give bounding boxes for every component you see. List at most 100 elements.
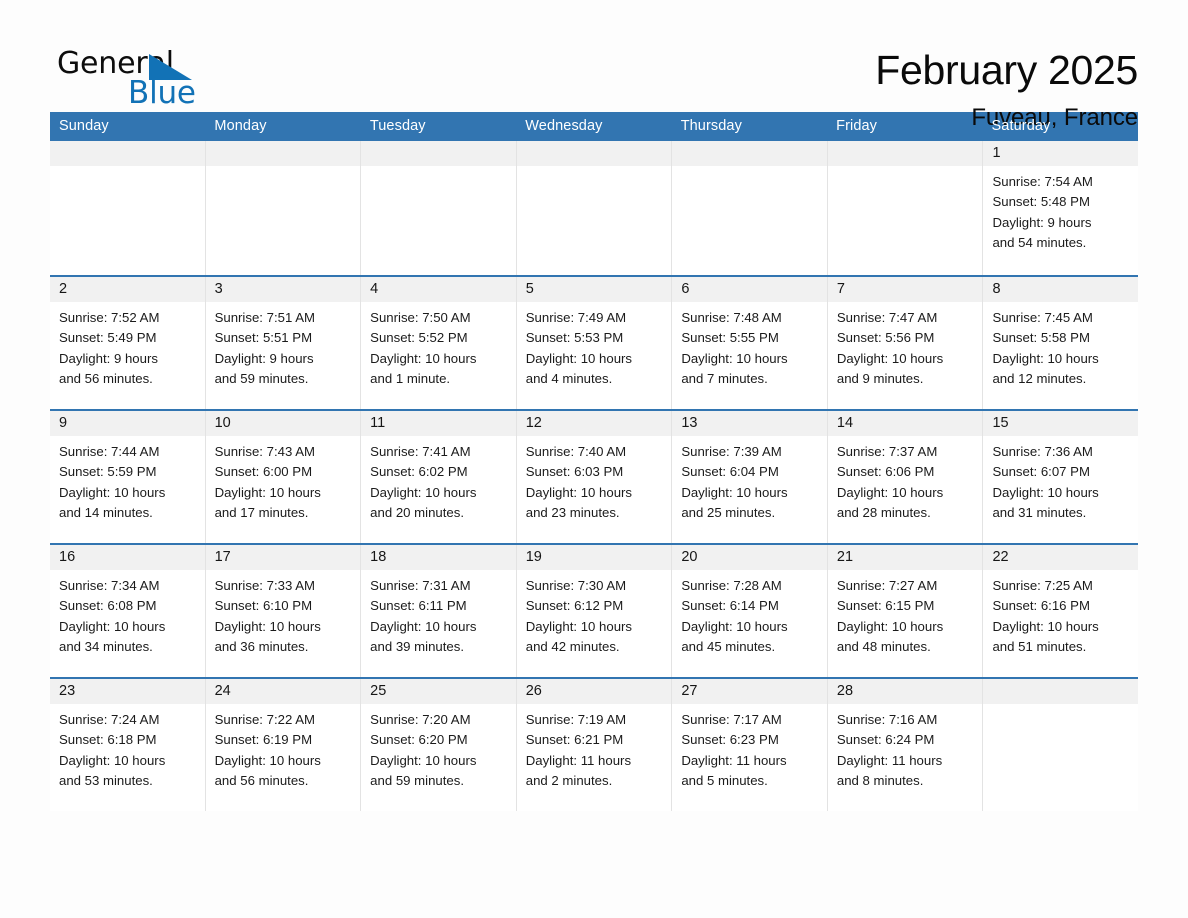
daylight-duration-line1: Daylight: 10 hours (681, 484, 788, 500)
logo-text-blue: Blue (128, 75, 196, 111)
calendar-day-cell[interactable]: 5 Sunrise: 7:49 AM Sunset: 5:53 PM Daylight… (515, 277, 672, 409)
daylight-duration-line2: and 42 minutes. (525, 638, 620, 654)
calendar-day-cell[interactable]: 27 Sunrise: 7:17 AM Sunset: 6:23 PM Dayligh… (671, 679, 827, 811)
calendar-day-cell[interactable]: 10 Sunrise: 7:43 AM Sunset: 6:00 PM Dayligh… (204, 411, 361, 543)
sunset-time: Sunset: 5:59 PM (59, 464, 157, 480)
daylight-duration-line1: Daylight: 10 hours (681, 350, 788, 366)
sunset-time: Sunset: 6:12 PM (525, 598, 624, 614)
daylight-duration-line1: Daylight: 10 hours (836, 618, 944, 634)
daylight-duration-line1: Daylight: 10 hours (59, 752, 166, 768)
calendar-day-cell[interactable]: 2 Sunrise: 7:52 AM Sunset: 5:49 PM Daylight… (50, 277, 205, 409)
day-sun-info (672, 166, 827, 172)
sunset-time: Sunset: 5:58 PM (992, 330, 1090, 346)
calendar-day-cell[interactable]: 28 Sunrise: 7:16 AM Sunset: 6:24 PM Dayligh… (826, 679, 983, 811)
daylight-duration-line2: and 7 minutes. (681, 370, 768, 386)
calendar-day-cell[interactable]: 11 Sunrise: 7:41 AM Sunset: 6:02 PM Dayligh… (360, 411, 516, 543)
sunrise-time: Sunrise: 7:33 AM (214, 578, 316, 593)
day-sun-info: Sunrise: 7:34 AM Sunset: 6:08 PM Daylight:… (50, 570, 205, 657)
sunset-time: Sunset: 5:53 PM (525, 330, 624, 346)
daylight-duration-line2: and 14 minutes. (59, 504, 153, 520)
calendar-day-cell[interactable]: 18 Sunrise: 7:31 AM Sunset: 6:11 PM Dayligh… (360, 545, 516, 677)
daylight-duration-line1: Daylight: 10 hours (681, 618, 788, 634)
calendar-day-cell-empty (671, 141, 827, 275)
day-number (516, 141, 672, 166)
calendar-day-cell[interactable]: 24 Sunrise: 7:22 AM Sunset: 6:19 PM Dayligh… (204, 679, 361, 811)
day-sun-info: Sunrise: 7:25 AM Sunset: 6:16 PM Daylight:… (983, 570, 1138, 657)
calendar-day-cell[interactable]: 25 Sunrise: 7:20 AM Sunset: 6:20 PM Dayligh… (360, 679, 516, 811)
sunrise-time: Sunrise: 7:31 AM (370, 578, 471, 593)
calendar-day-cell[interactable]: 3 Sunrise: 7:51 AM Sunset: 5:51 PM Daylight… (204, 277, 361, 409)
calendar-week-row: 9 Sunrise: 7:44 AM Sunset: 5:59 PM Daylight… (50, 409, 1139, 543)
sunrise-time: Sunrise: 7:28 AM (681, 578, 782, 593)
calendar-day-cell[interactable]: 20 Sunrise: 7:28 AM Sunset: 6:14 PM Dayligh… (671, 545, 827, 677)
calendar-day-cell[interactable]: 19 Sunrise: 7:30 AM Sunset: 6:12 PM Dayligh… (515, 545, 672, 677)
day-sun-info: Sunrise: 7:52 AM Sunset: 5:49 PM Daylight:… (50, 302, 205, 389)
day-number (361, 141, 516, 166)
daylight-duration-line2: and 17 minutes. (214, 504, 309, 520)
daylight-duration-line2: and 59 minutes. (370, 772, 464, 788)
day-number: 25 (361, 679, 516, 704)
calendar-day-cell[interactable]: 6 Sunrise: 7:48 AM Sunset: 5:55 PM Daylight… (671, 277, 827, 409)
daylight-duration-line1: Daylight: 10 hours (370, 484, 477, 500)
calendar-day-cell[interactable]: 16 Sunrise: 7:34 AM Sunset: 6:08 PM Dayligh… (50, 545, 205, 677)
daylight-duration-line1: Daylight: 10 hours (992, 484, 1099, 500)
day-number: 17 (205, 545, 361, 570)
calendar-day-cell-empty (204, 141, 361, 275)
sunrise-time: Sunrise: 7:24 AM (59, 712, 160, 727)
weekday-sunday: Sunday (59, 118, 109, 134)
daylight-duration-line2: and 23 minutes. (525, 504, 620, 520)
calendar-day-cell[interactable]: 15 Sunrise: 7:36 AM Sunset: 6:07 PM Dayligh… (982, 411, 1139, 543)
daylight-duration-line2: and 34 minutes. (59, 638, 153, 654)
daylight-duration-line2: and 56 minutes. (214, 772, 309, 788)
sunset-time: Sunset: 6:08 PM (59, 598, 157, 614)
calendar-day-cell-empty (50, 141, 205, 275)
calendar-day-cell[interactable]: 7 Sunrise: 7:47 AM Sunset: 5:56 PM Daylight… (826, 277, 983, 409)
daylight-duration-line2: and 59 minutes. (214, 370, 309, 386)
daylight-duration-line1: Daylight: 9 hours (214, 350, 314, 366)
day-number: 16 (50, 545, 205, 570)
day-sun-info: Sunrise: 7:19 AM Sunset: 6:21 PM Daylight:… (517, 704, 672, 791)
day-sun-info (517, 166, 672, 172)
daylight-duration-line2: and 51 minutes. (992, 638, 1087, 654)
calendar-day-cell[interactable]: 9 Sunrise: 7:44 AM Sunset: 5:59 PM Daylight… (50, 411, 205, 543)
daylight-duration-line2: and 8 minutes. (836, 772, 924, 788)
day-number (205, 141, 361, 166)
calendar-day-cell[interactable]: 14 Sunrise: 7:37 AM Sunset: 6:06 PM Dayligh… (826, 411, 983, 543)
sunrise-time: Sunrise: 7:36 AM (992, 444, 1093, 459)
calendar-day-cell[interactable]: 22 Sunrise: 7:25 AM Sunset: 6:16 PM Dayligh… (982, 545, 1139, 677)
sunset-time: Sunset: 5:49 PM (59, 330, 157, 346)
calendar-day-cell[interactable]: 21 Sunrise: 7:27 AM Sunset: 6:15 PM Dayligh… (826, 545, 983, 677)
day-sun-info: Sunrise: 7:45 AM Sunset: 5:58 PM Daylight:… (983, 302, 1138, 389)
calendar-day-cell[interactable]: 12 Sunrise: 7:40 AM Sunset: 6:03 PM Dayligh… (515, 411, 672, 543)
calendar-day-cell[interactable]: 1 Sunrise: 7:54 AM Sunset: 5:48 PM Daylight… (982, 141, 1139, 275)
weekday-thursday: Thursday (680, 118, 742, 134)
sunset-time: Sunset: 5:56 PM (836, 330, 935, 346)
daylight-duration-line1: Daylight: 10 hours (836, 350, 944, 366)
calendar-week-row: 16 Sunrise: 7:34 AM Sunset: 6:08 PM Dayligh… (50, 543, 1139, 677)
weekday-tuesday: Tuesday (369, 118, 426, 134)
calendar-day-cell[interactable]: 26 Sunrise: 7:19 AM Sunset: 6:21 PM Dayligh… (515, 679, 672, 811)
daylight-duration-line1: Daylight: 10 hours (370, 752, 477, 768)
day-number: 4 (361, 277, 516, 302)
calendar-day-cell[interactable]: 8 Sunrise: 7:45 AM Sunset: 5:58 PM Daylight… (982, 277, 1139, 409)
day-number: 15 (983, 411, 1139, 436)
day-sun-info (983, 704, 1138, 710)
calendar-day-cell[interactable]: 13 Sunrise: 7:39 AM Sunset: 6:04 PM Dayligh… (671, 411, 827, 543)
generalblue-logo: General Blue (50, 46, 200, 114)
daylight-duration-line2: and 56 minutes. (59, 370, 153, 386)
sunrise-time: Sunrise: 7:44 AM (59, 444, 160, 459)
calendar-day-cell[interactable]: 17 Sunrise: 7:33 AM Sunset: 6:10 PM Dayligh… (204, 545, 361, 677)
day-sun-info: Sunrise: 7:39 AM Sunset: 6:04 PM Daylight:… (672, 436, 827, 523)
day-number (827, 141, 983, 166)
sunrise-time: Sunrise: 7:17 AM (681, 712, 782, 727)
day-number: 2 (50, 277, 205, 302)
calendar-day-cell[interactable]: 4 Sunrise: 7:50 AM Sunset: 5:52 PM Daylight… (360, 277, 516, 409)
daylight-duration-line1: Daylight: 10 hours (525, 350, 633, 366)
day-number: 20 (672, 545, 827, 570)
calendar-day-cell[interactable]: 23 Sunrise: 7:24 AM Sunset: 6:18 PM Dayligh… (50, 679, 205, 811)
sunrise-time: Sunrise: 7:49 AM (525, 310, 627, 325)
sunrise-time: Sunrise: 7:25 AM (992, 578, 1093, 593)
daylight-duration-line1: Daylight: 11 hours (525, 752, 632, 768)
daylight-duration-line1: Daylight: 10 hours (992, 350, 1099, 366)
weekday-header-row: Sunday Monday Tuesday Wednesday Thursday… (50, 112, 1138, 141)
